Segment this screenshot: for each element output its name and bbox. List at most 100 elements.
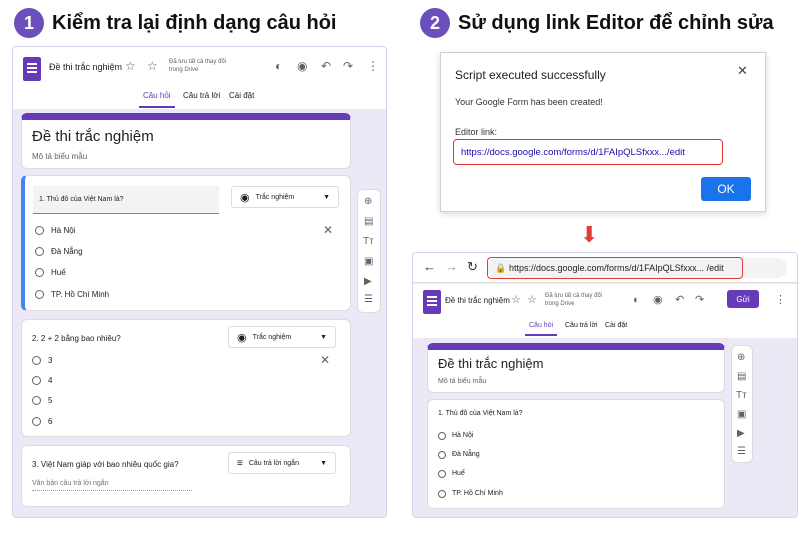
form-title-card-2[interactable]: Đề thi trắc nghiệm Mô tả biểu mẫu bbox=[427, 343, 725, 393]
active-tab-underline bbox=[525, 334, 557, 336]
question-card-3[interactable]: 3. Việt Nam giáp với bao nhiêu quốc gia?… bbox=[21, 445, 351, 507]
radio-option[interactable] bbox=[32, 356, 41, 365]
short-answer-placeholder: Văn bản câu trả lời ngắn bbox=[32, 480, 192, 491]
option-label[interactable]: Huế bbox=[452, 470, 465, 477]
palette-icon[interactable]: ◐ bbox=[275, 60, 282, 72]
add-icon[interactable]: ⊕ bbox=[364, 196, 372, 207]
send-button[interactable]: Gửi bbox=[727, 290, 759, 308]
question-2-text[interactable]: 2. 2 + 2 bằng bao nhiêu? bbox=[32, 334, 121, 343]
import-icon[interactable]: ▤ bbox=[737, 371, 746, 382]
import-icon[interactable]: ▤ bbox=[364, 216, 373, 227]
option-label[interactable]: TP. Hồ Chí Minh bbox=[452, 490, 503, 497]
section-icon[interactable]: ☰ bbox=[737, 446, 746, 457]
form-title[interactable]: Đề thi trắc nghiệm bbox=[32, 128, 154, 145]
move-icon[interactable]: ☆ bbox=[125, 60, 136, 72]
radio-option[interactable] bbox=[35, 247, 44, 256]
form-description-2[interactable]: Mô tả biểu mẫu bbox=[438, 378, 486, 385]
video-icon[interactable]: ▶ bbox=[364, 276, 372, 287]
tab-settings[interactable]: Cài đặt bbox=[229, 91, 254, 100]
more-icon[interactable]: ⋮ bbox=[367, 60, 379, 72]
image-icon[interactable]: ▣ bbox=[364, 256, 373, 267]
radio-option[interactable] bbox=[438, 490, 446, 498]
redo-icon[interactable]: ↷ bbox=[343, 60, 353, 72]
title-icon[interactable]: Tт bbox=[363, 236, 374, 247]
video-icon[interactable]: ▶ bbox=[737, 428, 745, 439]
star-icon[interactable]: ☆ bbox=[147, 60, 158, 72]
form-title-card[interactable]: Đề thi trắc nghiệm Mô tả biểu mẫu bbox=[21, 113, 351, 169]
question-3-type: Câu trả lời ngắn bbox=[248, 459, 299, 467]
question-card-2[interactable]: 2. 2 + 2 bằng bao nhiêu? ◉ Trắc nghiệm ▼… bbox=[21, 319, 351, 437]
question-1b-text[interactable]: 1. Thủ đô của Việt Nam là? bbox=[438, 410, 523, 417]
option-label[interactable]: 5 bbox=[48, 396, 52, 405]
close-icon[interactable]: ✕ bbox=[323, 224, 333, 236]
chevron-down-icon: ▼ bbox=[320, 333, 327, 341]
option-label[interactable]: Hà Nội bbox=[452, 432, 473, 439]
tab-responses[interactable]: Câu trả lời bbox=[183, 91, 220, 100]
tab-questions-2[interactable]: Câu hỏi bbox=[529, 322, 553, 329]
back-icon[interactable]: ← bbox=[423, 260, 436, 273]
step1-number: 1 bbox=[14, 8, 44, 38]
option-label[interactable]: 3 bbox=[48, 356, 52, 365]
eye-icon[interactable]: ◉ bbox=[297, 60, 307, 72]
step1-title: Kiểm tra lại định dạng câu hỏi bbox=[52, 11, 337, 34]
form-header: Đề thi trắc nghiệm ☆ ☆ Đã lưu tất cả tha… bbox=[13, 47, 386, 109]
forms-logo-icon bbox=[23, 57, 41, 81]
reload-icon[interactable]: ↻ bbox=[467, 260, 478, 273]
arrow-down-icon: ⬇ bbox=[580, 222, 599, 247]
question-1-type-select[interactable]: ◉ Trắc nghiệm ▼ bbox=[231, 186, 339, 208]
radio-option[interactable] bbox=[35, 268, 44, 277]
close-icon[interactable]: ✕ bbox=[737, 63, 748, 79]
close-icon[interactable]: ✕ bbox=[320, 354, 330, 366]
option-label[interactable]: Hà Nội bbox=[51, 226, 75, 235]
ok-button[interactable]: OK bbox=[701, 177, 751, 201]
eye-icon[interactable]: ◉ bbox=[653, 294, 663, 306]
question-toolbox-2: ⊕ ▤ Tт ▣ ▶ ☰ bbox=[731, 345, 753, 463]
question-3-type-select[interactable]: ≡ Câu trả lời ngắn ▼ bbox=[228, 452, 336, 474]
tab-questions[interactable]: Câu hỏi bbox=[143, 91, 171, 100]
radio-option[interactable] bbox=[32, 396, 41, 405]
radio-option[interactable] bbox=[35, 290, 44, 299]
form-doc-title[interactable]: Đề thi trắc nghiệm bbox=[49, 62, 122, 72]
question-card-1[interactable]: 1. Thủ đô của Việt Nam là? ◉ Trắc nghiệm… bbox=[21, 175, 351, 311]
radio-option[interactable] bbox=[32, 376, 41, 385]
radio-option[interactable] bbox=[438, 432, 446, 440]
tab-responses-2[interactable]: Câu trả lời bbox=[565, 322, 598, 329]
option-label[interactable]: Huế bbox=[51, 268, 66, 277]
step2-number: 2 bbox=[420, 8, 450, 38]
undo-icon[interactable]: ↶ bbox=[675, 294, 684, 306]
form-doc-title-2[interactable]: Đề thi trắc nghiệm bbox=[445, 296, 510, 305]
chevron-down-icon: ▼ bbox=[320, 459, 327, 467]
radio-option[interactable] bbox=[438, 451, 446, 459]
image-icon[interactable]: ▣ bbox=[737, 409, 746, 420]
palette-icon[interactable]: ◐ bbox=[633, 294, 640, 306]
add-icon[interactable]: ⊕ bbox=[737, 352, 745, 363]
option-label[interactable]: Đà Nẵng bbox=[51, 247, 83, 256]
question-toolbox: ⊕ ▤ Tт ▣ ▶ ☰ bbox=[357, 189, 381, 313]
radio-type-icon: ◉ bbox=[237, 331, 247, 344]
option-label[interactable]: 6 bbox=[48, 417, 52, 426]
browser-url[interactable]: https://docs.google.com/forms/d/1FAIpQLS… bbox=[509, 263, 724, 273]
forward-icon[interactable]: → bbox=[445, 260, 458, 273]
editor-link[interactable]: https://docs.google.com/forms/d/1FAIpQLS… bbox=[461, 147, 685, 158]
option-label[interactable]: 4 bbox=[48, 376, 52, 385]
radio-option[interactable] bbox=[32, 417, 41, 426]
option-label[interactable]: Đà Nẵng bbox=[452, 451, 480, 458]
title-icon[interactable]: Tт bbox=[736, 390, 747, 401]
radio-option[interactable] bbox=[35, 226, 44, 235]
step2-heading: 2 Sử dụng link Editor để chỉnh sửa bbox=[420, 8, 774, 38]
question-3-text[interactable]: 3. Việt Nam giáp với bao nhiêu quốc gia? bbox=[32, 460, 179, 469]
form-title-2[interactable]: Đề thi trắc nghiệm bbox=[438, 356, 544, 371]
more-icon[interactable]: ⋮ bbox=[775, 294, 786, 306]
question-1-field[interactable]: 1. Thủ đô của Việt Nam là? bbox=[33, 186, 219, 214]
question-2-type-select[interactable]: ◉ Trắc nghiệm ▼ bbox=[228, 326, 336, 348]
tab-settings-2[interactable]: Cài đặt bbox=[605, 322, 627, 329]
option-label[interactable]: TP. Hồ Chí Minh bbox=[51, 290, 109, 299]
redo-icon[interactable]: ↷ bbox=[695, 294, 704, 306]
form-description[interactable]: Mô tả biểu mẫu bbox=[32, 152, 87, 161]
undo-icon[interactable]: ↶ bbox=[321, 60, 331, 72]
question-card-1b[interactable]: 1. Thủ đô của Việt Nam là? Hà Nội Đà Nẵn… bbox=[427, 399, 725, 509]
radio-option[interactable] bbox=[438, 470, 446, 478]
star-icon[interactable]: ☆ bbox=[527, 294, 537, 306]
section-icon[interactable]: ☰ bbox=[364, 294, 373, 305]
move-icon[interactable]: ☆ bbox=[511, 294, 521, 306]
